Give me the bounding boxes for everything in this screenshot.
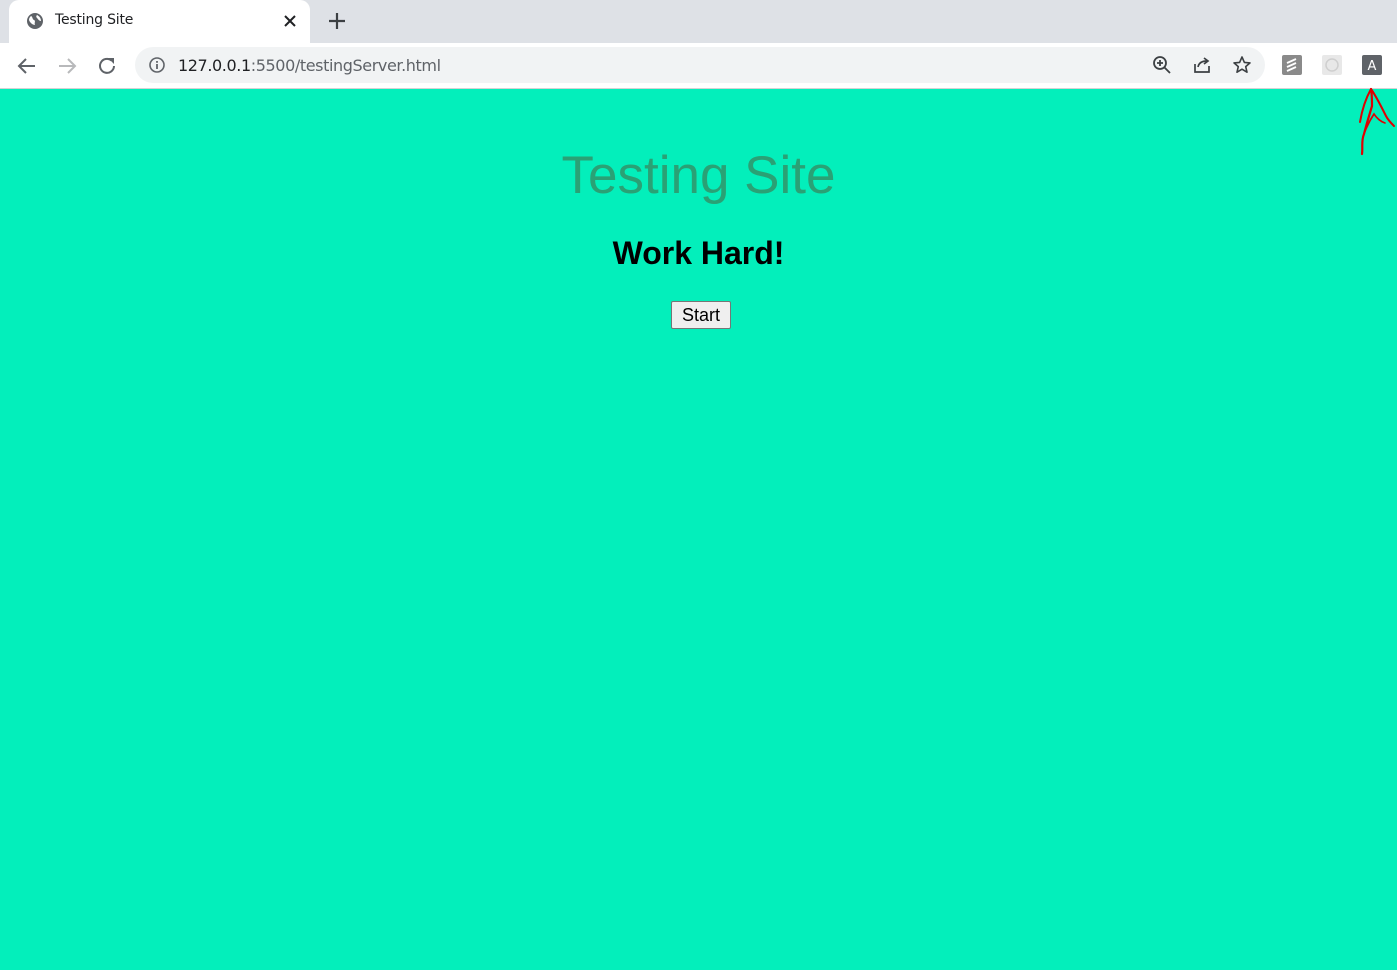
browser-toolbar: 127.0.0.1:5500/testingServer.html A [0, 43, 1397, 89]
extension-a-icon[interactable]: A [1362, 55, 1382, 75]
close-icon[interactable] [281, 12, 299, 30]
url-text[interactable]: 127.0.0.1:5500/testingServer.html [178, 56, 441, 75]
info-icon[interactable] [148, 56, 166, 74]
extension-a-letter: A [1368, 59, 1377, 74]
globe-icon [27, 13, 43, 29]
share-icon[interactable] [1192, 55, 1212, 75]
url-path: :5500/testingServer.html [250, 56, 441, 75]
page-content: Testing Site Work Hard! Start [0, 89, 1397, 970]
url-host: 127.0.0.1 [178, 56, 251, 75]
browser-tab[interactable]: Testing Site [9, 0, 310, 43]
page-subtitle: Work Hard! [612, 235, 785, 271]
back-arrow-icon[interactable] [14, 53, 40, 79]
forward-arrow-icon[interactable] [54, 53, 80, 79]
annotation-arrow-icon [1359, 87, 1395, 156]
start-button[interactable]: Start [671, 301, 731, 329]
zoom-icon[interactable] [1152, 55, 1172, 75]
bookmark-star-icon[interactable] [1232, 55, 1252, 75]
tab-strip: Testing Site [0, 0, 1397, 43]
page-title: Testing Site [561, 146, 836, 205]
address-bar[interactable]: 127.0.0.1:5500/testingServer.html [135, 47, 1265, 83]
extension-1-icon[interactable] [1282, 55, 1302, 75]
extension-2-icon[interactable] [1322, 55, 1342, 75]
plus-icon[interactable] [326, 10, 348, 32]
tab-title: Testing Site [55, 12, 134, 28]
reload-icon[interactable] [94, 53, 120, 79]
